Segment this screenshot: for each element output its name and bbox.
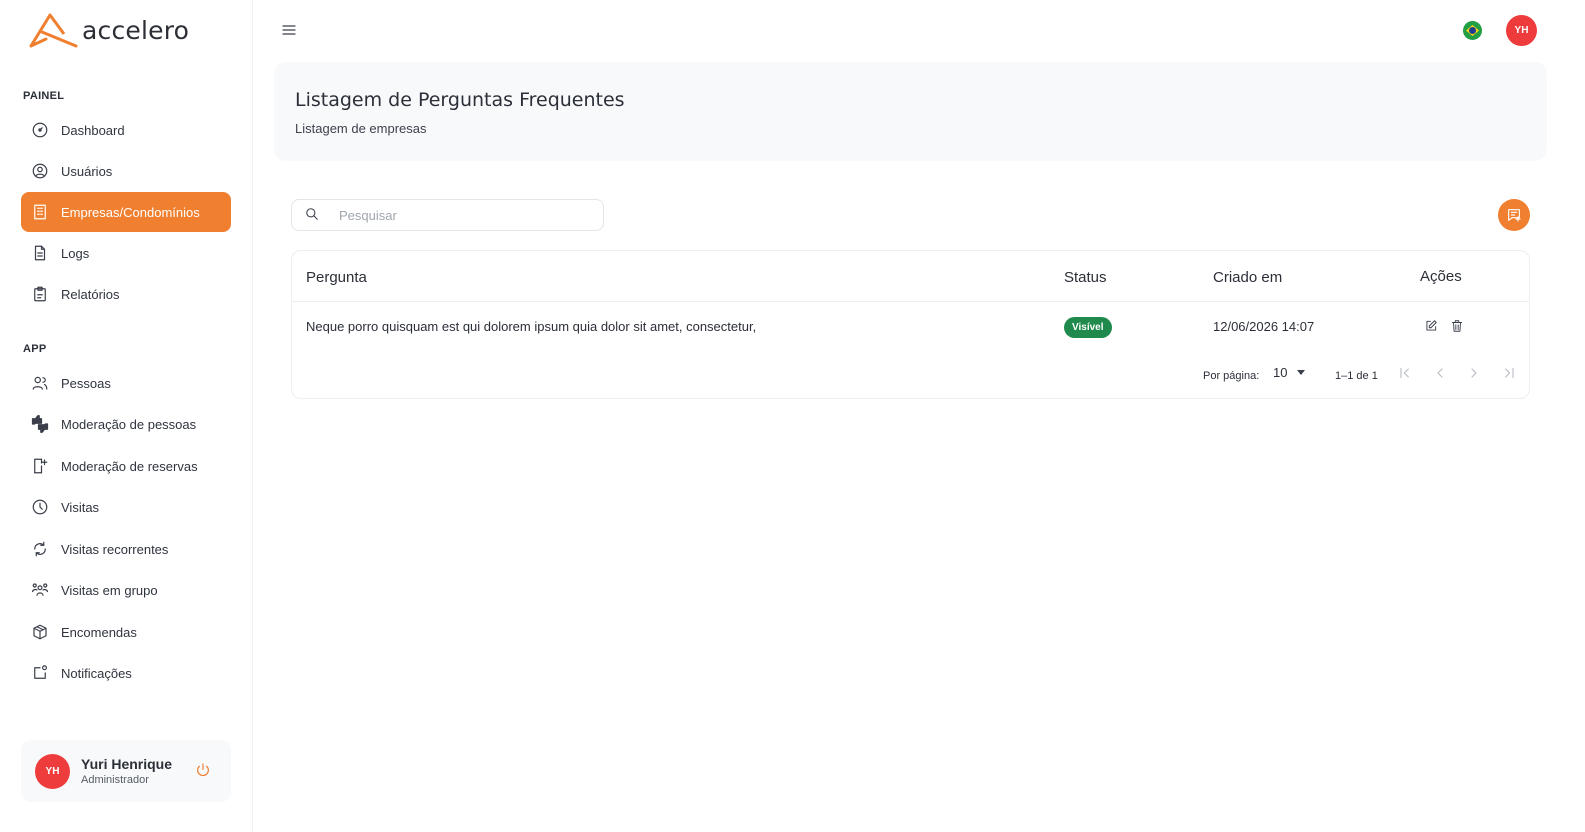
column-header-criado-em[interactable]: Criado em (1213, 269, 1282, 286)
search-input[interactable] (339, 207, 579, 223)
hamburger-menu-icon[interactable] (281, 22, 299, 38)
avatar[interactable]: YH (35, 753, 70, 789)
group-icon (30, 580, 50, 600)
clock-icon (30, 497, 50, 517)
edit-icon[interactable] (1424, 319, 1440, 335)
first-page-icon[interactable] (1397, 365, 1415, 383)
sidebar-item-relatorios[interactable]: Relatórios (21, 274, 231, 314)
sidebar-item-pessoas[interactable]: Pessoas (21, 363, 231, 403)
package-icon (30, 622, 50, 642)
clipboard-icon (30, 284, 50, 304)
sidebar-item-label: Empresas/Condomínios (61, 204, 200, 220)
sidebar-item-label: Notificações (61, 665, 132, 681)
accelero-logo-icon (29, 13, 78, 48)
cell-created: 12/06/2026 14:07 (1213, 319, 1315, 334)
last-page-icon[interactable] (1501, 365, 1519, 383)
sidebar-item-visitas-recorrentes[interactable]: Visitas recorrentes (21, 529, 231, 569)
sidebar-item-moderacao-pessoas[interactable]: Moderação de pessoas (21, 404, 231, 444)
sidebar-item-dashboard[interactable]: Dashboard (21, 110, 231, 150)
gauge-icon (30, 120, 50, 140)
sidebar-item-label: Visitas recorrentes (61, 541, 169, 557)
user-card: YH Yuri Henrique Administrador (21, 740, 231, 802)
sidebar: accelero PAINEL Dashboard Usuários Empre… (0, 0, 253, 832)
sidebar-item-moderacao-reservas[interactable]: Moderação de reservas (21, 446, 231, 486)
section-label-app: APP (23, 343, 47, 355)
chevron-down-icon (1297, 370, 1306, 375)
page-subtitle: Listagem de empresas (295, 121, 427, 136)
faq-table: Pergunta Status Criado em Ações Neque po… (291, 250, 1530, 399)
per-page-select[interactable]: 10 (1273, 365, 1306, 380)
next-page-icon[interactable] (1466, 365, 1484, 383)
column-header-status[interactable]: Status (1064, 269, 1107, 286)
sidebar-item-label: Moderação de reservas (61, 458, 198, 474)
sidebar-item-label: Pessoas (61, 375, 111, 391)
sidebar-item-label: Logs (61, 245, 90, 261)
sidebar-item-label: Usuários (61, 163, 113, 179)
building-icon (30, 202, 50, 222)
users-icon (30, 373, 50, 393)
logout-icon[interactable] (195, 762, 213, 780)
cell-question: Neque porro quisquam est qui dolorem ips… (306, 319, 757, 334)
per-page-label: Por página: (1203, 370, 1260, 382)
add-message-icon (1508, 209, 1521, 222)
sidebar-item-label: Relatórios (61, 286, 120, 302)
brand-logo[interactable]: accelero (28, 12, 189, 48)
user-circle-icon (30, 161, 50, 181)
sidebar-item-label: Encomendas (61, 624, 137, 640)
sidebar-item-label: Visitas (61, 499, 100, 515)
sidebar-item-label: Dashboard (61, 122, 125, 138)
search-box (291, 199, 604, 231)
sidebar-item-visitas-grupo[interactable]: Visitas em grupo (21, 570, 231, 610)
search-icon (305, 207, 321, 223)
sidebar-item-usuarios[interactable]: Usuários (21, 151, 231, 191)
page-title: Listagem de Perguntas Frequentes (295, 89, 625, 111)
file-text-icon (30, 243, 50, 263)
user-name: Yuri Henrique (81, 756, 173, 772)
sidebar-item-logs[interactable]: Logs (21, 233, 231, 273)
notification-icon (30, 663, 50, 683)
thumbs-icon (30, 414, 50, 434)
delete-icon[interactable] (1450, 319, 1466, 335)
sidebar-item-notificacoes[interactable]: Notificações (21, 653, 231, 693)
sidebar-item-label: Visitas em grupo (61, 582, 158, 598)
header-divider (292, 301, 1529, 302)
brazil-flag-icon[interactable] (1463, 21, 1482, 40)
brand-name: accelero (82, 15, 190, 45)
sidebar-item-visitas[interactable]: Visitas (21, 487, 231, 527)
page-header: Listagem de Perguntas Frequentes Listage… (274, 62, 1547, 161)
per-page-value: 10 (1273, 365, 1288, 380)
status-badge: Visível (1064, 317, 1112, 338)
sidebar-item-label: Moderação de pessoas (61, 416, 197, 432)
section-label-painel: PAINEL (23, 90, 65, 102)
page-range: 1–1 de 1 (1335, 370, 1378, 382)
sidebar-item-encomendas[interactable]: Encomendas (21, 612, 231, 652)
prev-page-icon[interactable] (1432, 365, 1450, 383)
user-info: Yuri Henrique Administrador (81, 756, 172, 786)
column-header-pergunta[interactable]: Pergunta (306, 269, 367, 286)
column-header-acoes: Ações (1420, 268, 1462, 285)
door-icon (30, 456, 50, 476)
user-role: Administrador (81, 774, 149, 786)
add-faq-button[interactable] (1498, 199, 1530, 231)
top-avatar[interactable]: YH (1506, 15, 1537, 46)
sidebar-item-empresas[interactable]: Empresas/Condomínios (21, 192, 231, 232)
refresh-icon (30, 539, 50, 559)
